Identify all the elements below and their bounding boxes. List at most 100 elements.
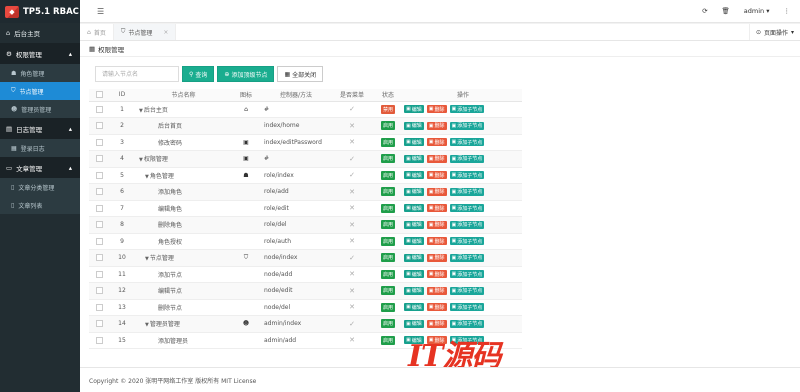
row-checkbox[interactable] — [89, 101, 109, 118]
caret-down-icon[interactable]: ▼ — [145, 322, 149, 328]
caret-down-icon[interactable]: ▼ — [145, 256, 149, 262]
delete-button[interactable]: ▣ 删除 — [426, 154, 447, 163]
row-checkbox[interactable] — [89, 150, 109, 168]
add-child-node-button[interactable]: ▣ 添加子节点 — [449, 336, 485, 345]
add-child-node-button[interactable]: ▣ 添加子节点 — [449, 204, 485, 213]
delete-button[interactable]: ▣ 删除 — [426, 270, 447, 279]
caret-down-icon[interactable]: ▼ — [139, 157, 143, 163]
search-input[interactable] — [95, 66, 179, 82]
edit-button[interactable]: ▣ 编辑 — [404, 237, 424, 246]
delete-button[interactable]: ▣ 删除 — [426, 319, 447, 328]
caret-down-icon[interactable]: ▼ — [139, 108, 143, 114]
delete-button[interactable]: ▣ 删除 — [426, 121, 447, 130]
status-badge[interactable]: 启用 — [380, 286, 395, 296]
menu-toggle-icon[interactable]: ☰ — [97, 7, 104, 16]
edit-button[interactable]: ▣ 编辑 — [404, 270, 424, 279]
search-button[interactable]: ⚲ 查询 — [182, 66, 215, 82]
row-checkbox[interactable] — [89, 117, 109, 135]
row-checkbox[interactable] — [89, 216, 109, 234]
status-badge[interactable]: 启用 — [380, 203, 395, 213]
edit-button[interactable]: ▣ 编辑 — [404, 303, 424, 312]
sidebar-group-logs[interactable]: ▤ 日志管理 ▴ — [0, 118, 80, 139]
more-icon[interactable]: ⋮ — [784, 7, 791, 15]
sidebar-item-login-logs[interactable]: ▦ 登录日志 — [0, 139, 80, 157]
status-badge[interactable]: 启用 — [380, 253, 395, 263]
sidebar-group-permissions[interactable]: ⚙ 权限管理 ▴ — [0, 43, 80, 64]
delete-button[interactable]: ▣ 删除 — [426, 253, 447, 262]
status-badge[interactable]: 启用 — [380, 154, 395, 164]
trash-icon[interactable]: 🗑 — [722, 7, 730, 15]
add-child-node-button[interactable]: ▣ 添加子节点 — [449, 286, 485, 295]
edit-button[interactable]: ▣ 编辑 — [404, 105, 424, 114]
row-checkbox[interactable] — [89, 233, 109, 250]
sidebar-item-article-categories[interactable]: ▯ 文章分类管理 — [0, 178, 80, 196]
status-badge[interactable]: 启用 — [380, 335, 395, 345]
delete-button[interactable]: ▣ 删除 — [426, 171, 447, 180]
edit-button[interactable]: ▣ 编辑 — [404, 204, 424, 213]
edit-button[interactable]: ▣ 编辑 — [404, 286, 424, 295]
status-badge[interactable]: 启用 — [380, 170, 395, 180]
sidebar-item-nodes[interactable]: ⛉ 节点管理 — [0, 82, 80, 100]
add-child-node-button[interactable]: ▣ 添加子节点 — [449, 154, 485, 163]
tab-home[interactable]: ⌂ 首页 — [80, 24, 114, 40]
edit-button[interactable]: ▣ 编辑 — [404, 319, 424, 328]
status-badge[interactable]: 禁用 — [380, 104, 395, 114]
add-child-node-button[interactable]: ▣ 添加子节点 — [449, 171, 485, 180]
sidebar-item-admins[interactable]: ☻ 管理员管理 — [0, 100, 80, 118]
delete-button[interactable]: ▣ 删除 — [426, 138, 447, 147]
add-child-node-button[interactable]: ▣ 添加子节点 — [449, 121, 485, 130]
status-badge[interactable]: 启用 — [380, 121, 395, 131]
sidebar-item-home[interactable]: ⌂ 后台主页 — [0, 23, 80, 43]
refresh-icon[interactable]: ⟳ — [702, 7, 707, 15]
edit-button[interactable]: ▣ 编辑 — [404, 138, 424, 147]
edit-button[interactable]: ▣ 编辑 — [404, 220, 424, 229]
edit-button[interactable]: ▣ 编辑 — [404, 154, 424, 163]
tab-nodes[interactable]: ⛉ 节点管理 × — [113, 24, 177, 40]
sidebar-item-roles[interactable]: ☗ 角色管理 — [0, 64, 80, 82]
sidebar-item-article-list[interactable]: ▯ 文章列表 — [0, 196, 80, 214]
add-child-node-button[interactable]: ▣ 添加子节点 — [449, 105, 485, 114]
edit-button[interactable]: ▣ 编辑 — [404, 187, 424, 196]
add-child-node-button[interactable]: ▣ 添加子节点 — [449, 138, 485, 147]
status-badge[interactable]: 启用 — [380, 319, 395, 329]
row-checkbox[interactable] — [89, 282, 109, 300]
delete-button[interactable]: ▣ 删除 — [426, 237, 447, 246]
row-checkbox[interactable] — [89, 266, 109, 283]
row-checkbox[interactable] — [89, 134, 109, 151]
sidebar-group-articles[interactable]: ▭ 文章管理 ▴ — [0, 157, 80, 178]
edit-button[interactable]: ▣ 编辑 — [404, 336, 424, 345]
add-child-node-button[interactable]: ▣ 添加子节点 — [449, 220, 485, 229]
caret-down-icon[interactable]: ▼ — [145, 174, 149, 180]
add-top-node-button[interactable]: ⊕ 添加顶级节点 — [217, 66, 275, 82]
page-ops-dropdown[interactable]: ⊙ 页面操作 ▾ — [748, 24, 800, 40]
add-child-node-button[interactable]: ▣ 添加子节点 — [449, 237, 485, 246]
status-badge[interactable]: 启用 — [380, 236, 395, 246]
row-checkbox[interactable] — [89, 200, 109, 217]
edit-button[interactable]: ▣ 编辑 — [404, 253, 424, 262]
row-checkbox[interactable] — [89, 299, 109, 316]
collapse-all-button[interactable]: ▦ 全部关闭 — [277, 66, 324, 82]
row-checkbox[interactable] — [89, 315, 109, 333]
add-child-node-button[interactable]: ▣ 添加子节点 — [449, 270, 485, 279]
status-badge[interactable]: 启用 — [380, 137, 395, 147]
delete-button[interactable]: ▣ 删除 — [426, 336, 447, 345]
edit-button[interactable]: ▣ 编辑 — [404, 121, 424, 130]
add-child-node-button[interactable]: ▣ 添加子节点 — [449, 303, 485, 312]
delete-button[interactable]: ▣ 删除 — [426, 220, 447, 229]
status-badge[interactable]: 启用 — [380, 269, 395, 279]
add-child-node-button[interactable]: ▣ 添加子节点 — [449, 253, 485, 262]
add-child-node-button[interactable]: ▣ 添加子节点 — [449, 187, 485, 196]
user-menu[interactable]: admin ▾ — [744, 7, 770, 15]
close-icon[interactable]: × — [163, 29, 168, 36]
delete-button[interactable]: ▣ 删除 — [426, 303, 447, 312]
status-badge[interactable]: 启用 — [380, 187, 395, 197]
edit-button[interactable]: ▣ 编辑 — [404, 171, 424, 180]
status-badge[interactable]: 启用 — [380, 302, 395, 312]
status-badge[interactable]: 启用 — [380, 220, 395, 230]
delete-button[interactable]: ▣ 删除 — [426, 105, 447, 114]
row-checkbox[interactable] — [89, 183, 109, 201]
row-checkbox[interactable] — [89, 167, 109, 184]
delete-button[interactable]: ▣ 删除 — [426, 187, 447, 196]
row-checkbox[interactable] — [89, 332, 109, 349]
row-checkbox[interactable] — [89, 249, 109, 267]
